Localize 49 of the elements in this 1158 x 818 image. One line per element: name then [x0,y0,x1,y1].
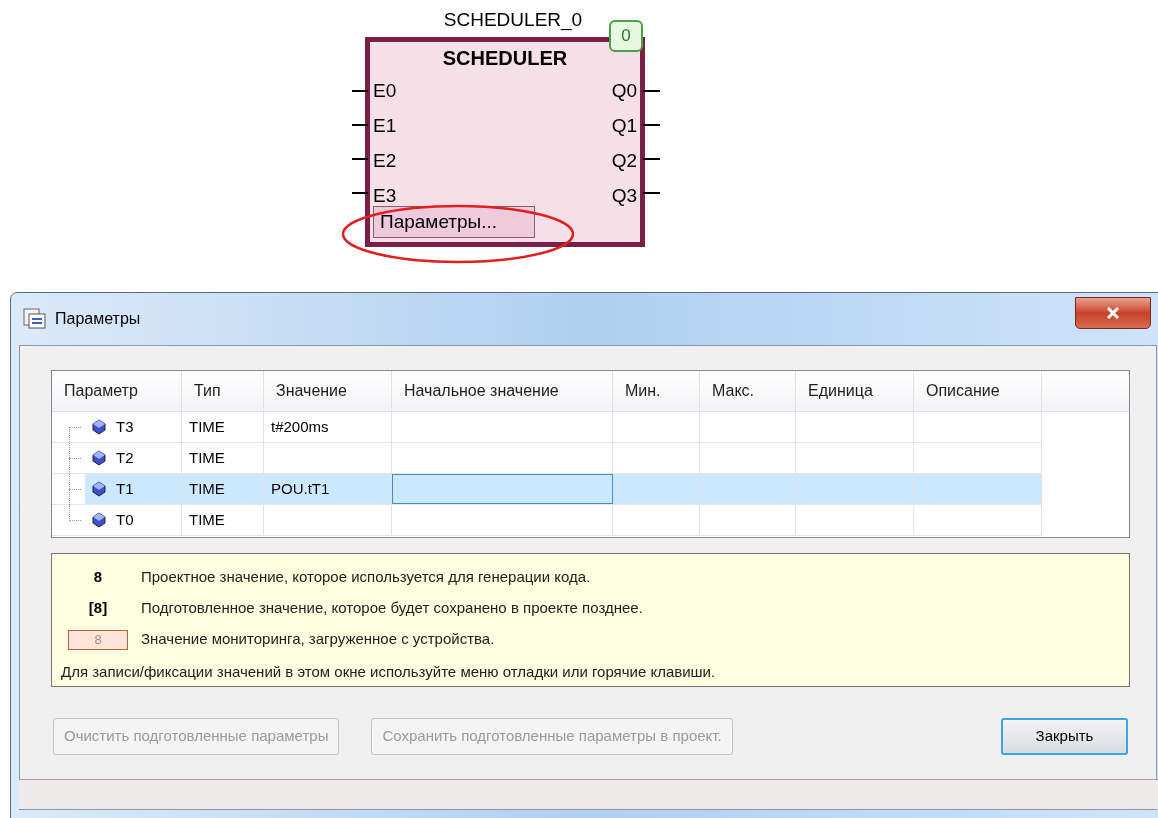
column-header[interactable]: Тип [182,371,264,411]
input-pin: E1 [373,114,397,138]
parameter-icon [92,419,106,435]
table-cell: TIME [182,505,264,535]
parameters-button[interactable]: Параметры... [373,206,535,238]
table-row[interactable]: T1 TIME POU.tT1 [52,474,1042,505]
column-header[interactable]: Значение [264,371,392,411]
monitoring-sample: 8 [68,629,128,650]
table-cell: TIME [182,443,264,473]
close-icon [1106,307,1120,319]
parameter-name: T3 [116,416,134,437]
dialog-button[interactable]: Закрыть [1001,717,1128,755]
status-badge: 0 [609,20,643,52]
close-button[interactable] [1075,297,1151,329]
block-type: SCHEDULER [442,46,568,70]
table-cell: POU.tT1 [264,474,392,504]
table-cell: TIME [182,412,264,442]
output-pin: Q1 [611,114,637,138]
legend-text: Значение мониторинга, загруженное с устройства. [141,629,495,650]
parameter-name: T2 [116,447,134,468]
column-header[interactable]: Описание [914,371,1042,411]
column-header[interactable]: Макс. [700,371,796,411]
output-pin: Q2 [611,149,637,173]
prepared-sample: [8] [88,598,108,619]
legend-text: Подготовленное значение, которое будет сохранено в проекте позднее. [141,598,643,619]
column-header[interactable]: Параметр [52,371,182,411]
project-sample: 8 [93,567,103,588]
legend-text: Проектное значение, которое используется для генерации кода. [141,567,591,588]
instance-name: SCHEDULER_0 [443,8,583,32]
window-icon [23,308,47,330]
window-title: Параметры [55,309,141,329]
parameter-icon [92,481,106,497]
parameter-icon [92,450,106,466]
table-row[interactable]: T0 TIME [52,505,1042,536]
parameter-name: T1 [116,478,134,499]
table-cell: TIME [182,474,264,504]
parameter-name: T0 [116,509,134,530]
legend-note: Для записи/фиксации значений в этом окне используйте меню отладки или горячие клавиши. [61,662,717,682]
parameter-icon [92,512,106,528]
input-pin: E2 [373,149,397,173]
column-header[interactable]: Начальное значение [392,371,613,411]
input-pin: E3 [373,184,397,208]
output-pin: Q0 [611,79,637,103]
column-header[interactable]: Мин. [613,371,700,411]
table-cell: t#200ms [264,412,392,442]
input-pin: E0 [373,79,397,103]
output-pin: Q3 [611,184,637,208]
column-header[interactable]: Единица [796,371,914,411]
table-row[interactable]: T3 TIME t#200ms [52,412,1042,443]
